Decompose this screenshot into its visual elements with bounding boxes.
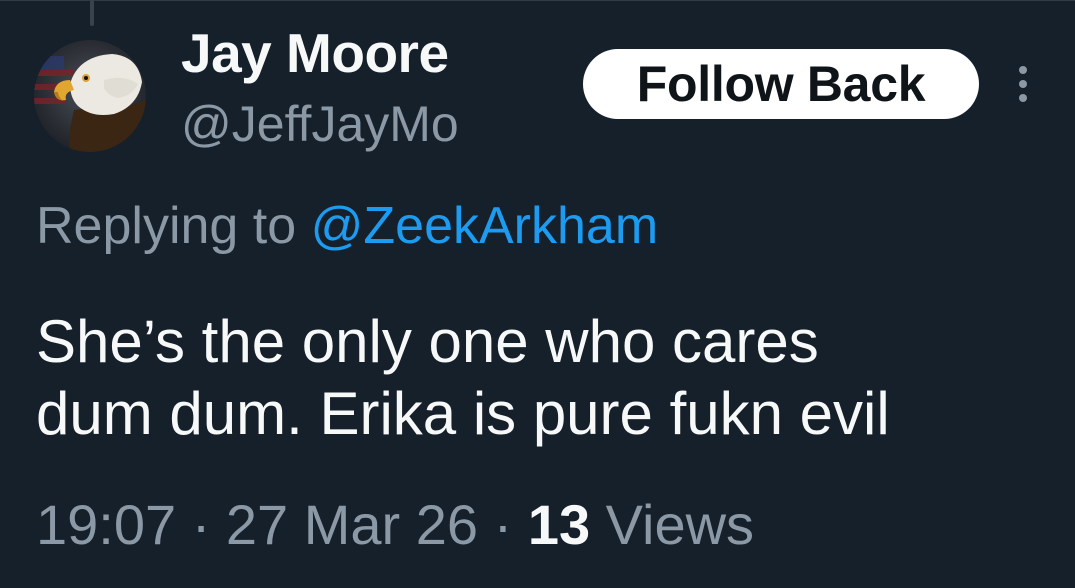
more-vertical-icon [1019,66,1027,74]
tweet-time[interactable]: 19:07 [36,493,176,556]
tweet-text: She’s the only one who cares dum dum. Er… [36,306,1046,450]
thread-connector-line [90,0,94,26]
tweet-meta: 19:07 · 27 Mar 26 · 13 Views [36,497,754,553]
more-vertical-icon-dot [1019,94,1027,102]
tweet-text-line: She’s the only one who cares [36,308,819,375]
more-vertical-icon-dot [1019,80,1027,88]
reply-mention-link[interactable]: @ZeekArkham [311,197,659,255]
views-count: 13 [527,493,591,556]
more-options-button[interactable] [1006,60,1040,108]
meta-separator: · [176,493,226,556]
meta-separator: · [478,493,528,556]
replying-to: Replying to @ZeekArkham [36,200,658,252]
tweet-date[interactable]: 27 Mar 26 [226,493,478,556]
replying-to-label: Replying to [36,197,311,255]
views-label: Views [590,493,755,556]
tweet-text-line: dum dum. Erika is pure fukn evil [36,380,890,447]
bald-eagle-avatar-icon [34,40,146,152]
avatar[interactable] [34,40,146,152]
top-divider [0,0,1075,1]
follow-back-button[interactable]: Follow Back [583,49,979,119]
author-handle[interactable]: @JeffJayMo [181,99,459,149]
author-display-name[interactable]: Jay Moore [181,26,449,81]
